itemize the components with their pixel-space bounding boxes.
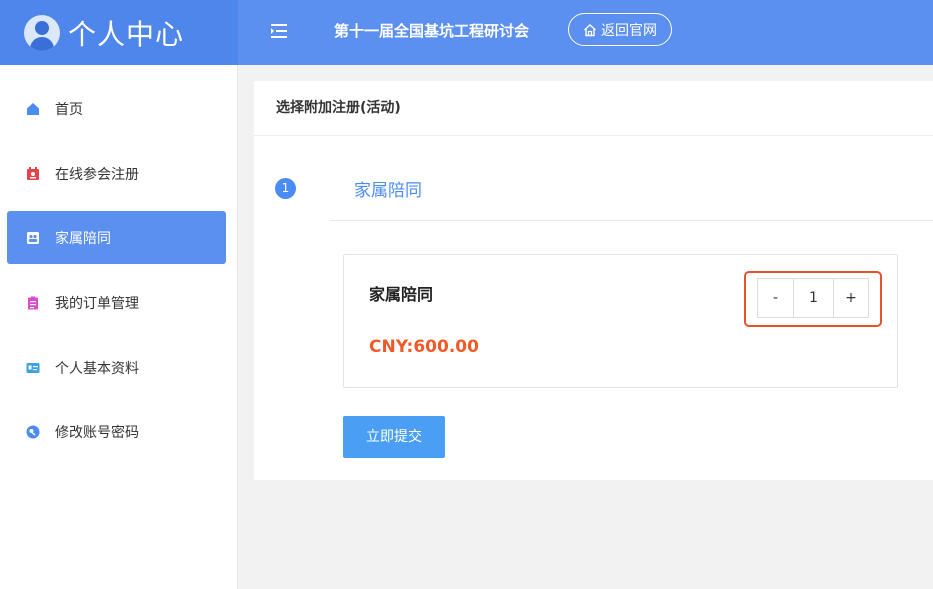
home-outline-icon: [584, 23, 596, 36]
sidebar-item-home[interactable]: 首页: [7, 82, 226, 135]
top-navbar: 个人中心 第十一届全国基坑工程研讨会 返回官网: [0, 0, 933, 65]
sidebar-item-family[interactable]: 家属陪同: [7, 211, 226, 264]
sidebar-item-orders[interactable]: 我的订单管理: [7, 276, 226, 329]
brand-title: 个人中心: [68, 17, 185, 51]
sidebar-item-label: 个人基本资料: [55, 360, 139, 377]
step-label: 家属陪同: [354, 181, 422, 201]
step-divider: [330, 220, 933, 221]
addon-item-card: 家属陪同 CNY:600.00 - 1 +: [343, 254, 898, 388]
clipboard-icon: [26, 296, 40, 310]
sidebar-item-label: 家属陪同: [55, 230, 111, 247]
quantity-stepper[interactable]: - 1 +: [757, 278, 869, 318]
step-number-badge: 1: [275, 178, 296, 199]
key-icon: [26, 425, 40, 439]
home-icon: [26, 102, 40, 116]
panel-title: 选择附加注册(活动): [254, 81, 933, 136]
return-home-label: 返回官网: [601, 22, 657, 39]
sidebar: 首页 在线参会注册 家属陪同 我的订单管理 个人基本资料 修改账号密码: [0, 65, 238, 589]
main-panel: 选择附加注册(活动) 1 家属陪同 家属陪同 CNY:600.00 - 1 + …: [254, 81, 933, 480]
addon-item-title: 家属陪同: [369, 285, 434, 304]
brand: 个人中心: [0, 0, 238, 65]
addon-item-price: CNY:600.00: [369, 337, 479, 357]
sidebar-item-registration[interactable]: 在线参会注册: [7, 147, 226, 200]
user-avatar-icon: [24, 14, 60, 51]
calendar-icon: [26, 166, 40, 181]
sidebar-item-label: 在线参会注册: [55, 166, 139, 183]
menu-toggle-icon[interactable]: [270, 22, 290, 42]
decrease-button[interactable]: -: [758, 279, 794, 317]
sidebar-item-password[interactable]: 修改账号密码: [7, 405, 226, 458]
sidebar-item-label: 首页: [55, 101, 83, 118]
sidebar-item-profile[interactable]: 个人基本资料: [7, 341, 226, 394]
quantity-value[interactable]: 1: [794, 279, 834, 317]
submit-button[interactable]: 立即提交: [343, 416, 445, 458]
conference-title: 第十一届全国基坑工程研讨会: [334, 22, 530, 40]
id-card-icon: [26, 361, 40, 375]
sidebar-item-label: 修改账号密码: [55, 424, 139, 441]
family-icon: [26, 231, 40, 245]
return-home-button[interactable]: 返回官网: [568, 13, 672, 46]
increase-button[interactable]: +: [834, 279, 868, 317]
sidebar-item-label: 我的订单管理: [55, 295, 139, 312]
